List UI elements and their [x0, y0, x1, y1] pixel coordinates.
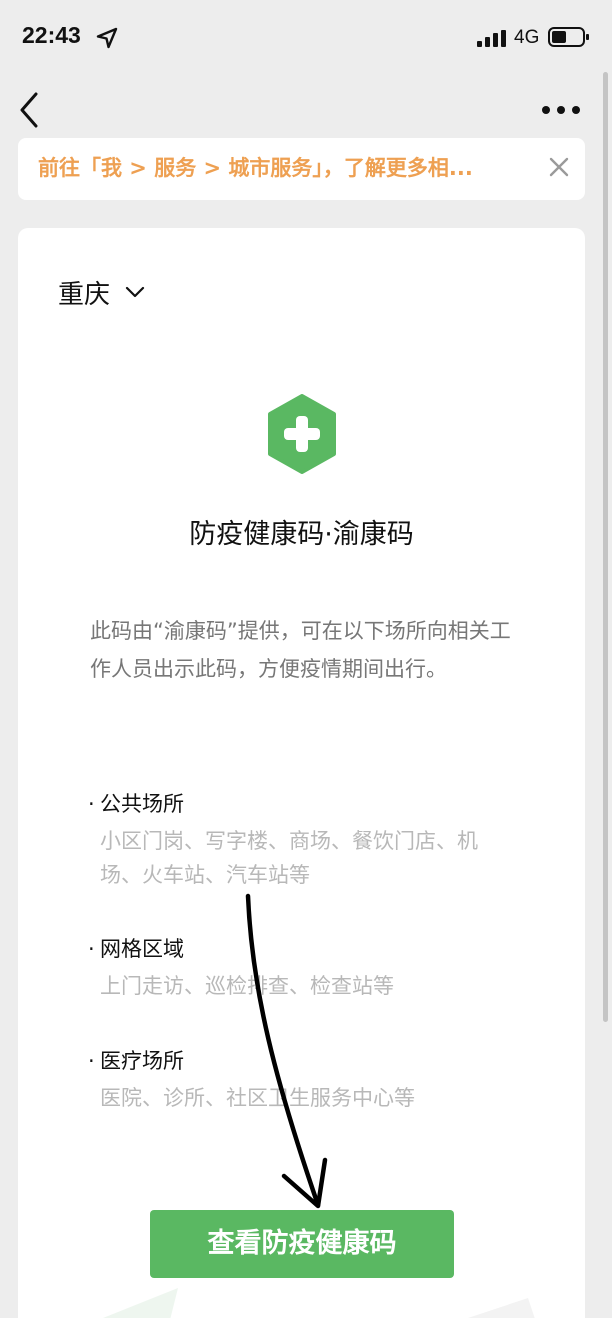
view-health-code-button[interactable]: 查看防疫健康码	[150, 1210, 454, 1278]
place-title: · 网格区域	[88, 937, 184, 961]
page: 22:43 4G 前往「我 > 服务 > 城市服务」，了解更多相... 重庆 防…	[0, 0, 612, 1318]
city-selector[interactable]: 重庆	[58, 272, 146, 312]
service-tip-banner[interactable]: 前往「我 > 服务 > 城市服务」，了解更多相...	[18, 138, 585, 200]
signal-bars-icon	[477, 30, 506, 47]
place-item: · 网格区域 上门走访、巡检排查、检查站等	[88, 933, 508, 1003]
status-time: 22:43	[22, 22, 81, 48]
network-label: 4G	[514, 27, 540, 48]
green-hexagon-plus-icon	[268, 394, 336, 474]
status-bar: 22:43 4G	[0, 0, 612, 76]
place-title: · 医疗场所	[88, 1049, 184, 1073]
battery-icon	[548, 27, 589, 47]
close-icon[interactable]	[546, 154, 572, 180]
place-item: · 医疗场所 医院、诊所、社区卫生服务中心等	[88, 1045, 508, 1115]
place-examples: 上门走访、巡检排查、检查站等	[100, 974, 394, 998]
chevron-down-icon	[125, 286, 145, 298]
service-title: 防疫健康码·渝康码	[189, 519, 414, 550]
place-examples: 小区门岗、写字楼、商场、餐饮门店、机场、火车站、汽车站等	[100, 829, 478, 887]
service-description: 此码由“渝康码”提供，可在以下场所向相关工作人员出示此码，方便疫情期间出行。	[90, 619, 511, 681]
banner-text: 前往「我 > 服务 > 城市服务」，了解更多相...	[38, 156, 473, 180]
scrollbar[interactable]	[603, 72, 608, 1022]
back-chevron-icon[interactable]	[14, 90, 50, 130]
location-arrow-icon	[96, 27, 118, 49]
place-title-text: 医疗场所	[100, 1049, 184, 1073]
place-title: · 公共场所	[88, 792, 184, 816]
place-title-text: 公共场所	[100, 792, 184, 816]
more-dots-icon[interactable]	[538, 95, 584, 125]
health-code-card: 重庆 防疫健康码·渝康码 此码由“渝康码”提供，可在以下场所向相关工作人员出示此…	[18, 228, 585, 1318]
place-title-text: 网格区域	[100, 937, 184, 961]
place-examples: 医院、诊所、社区卫生服务中心等	[100, 1086, 415, 1110]
place-item: · 公共场所 小区门岗、写字楼、商场、餐饮门店、机场、火车站、汽车站等	[88, 788, 508, 892]
city-name: 重庆	[58, 279, 111, 310]
